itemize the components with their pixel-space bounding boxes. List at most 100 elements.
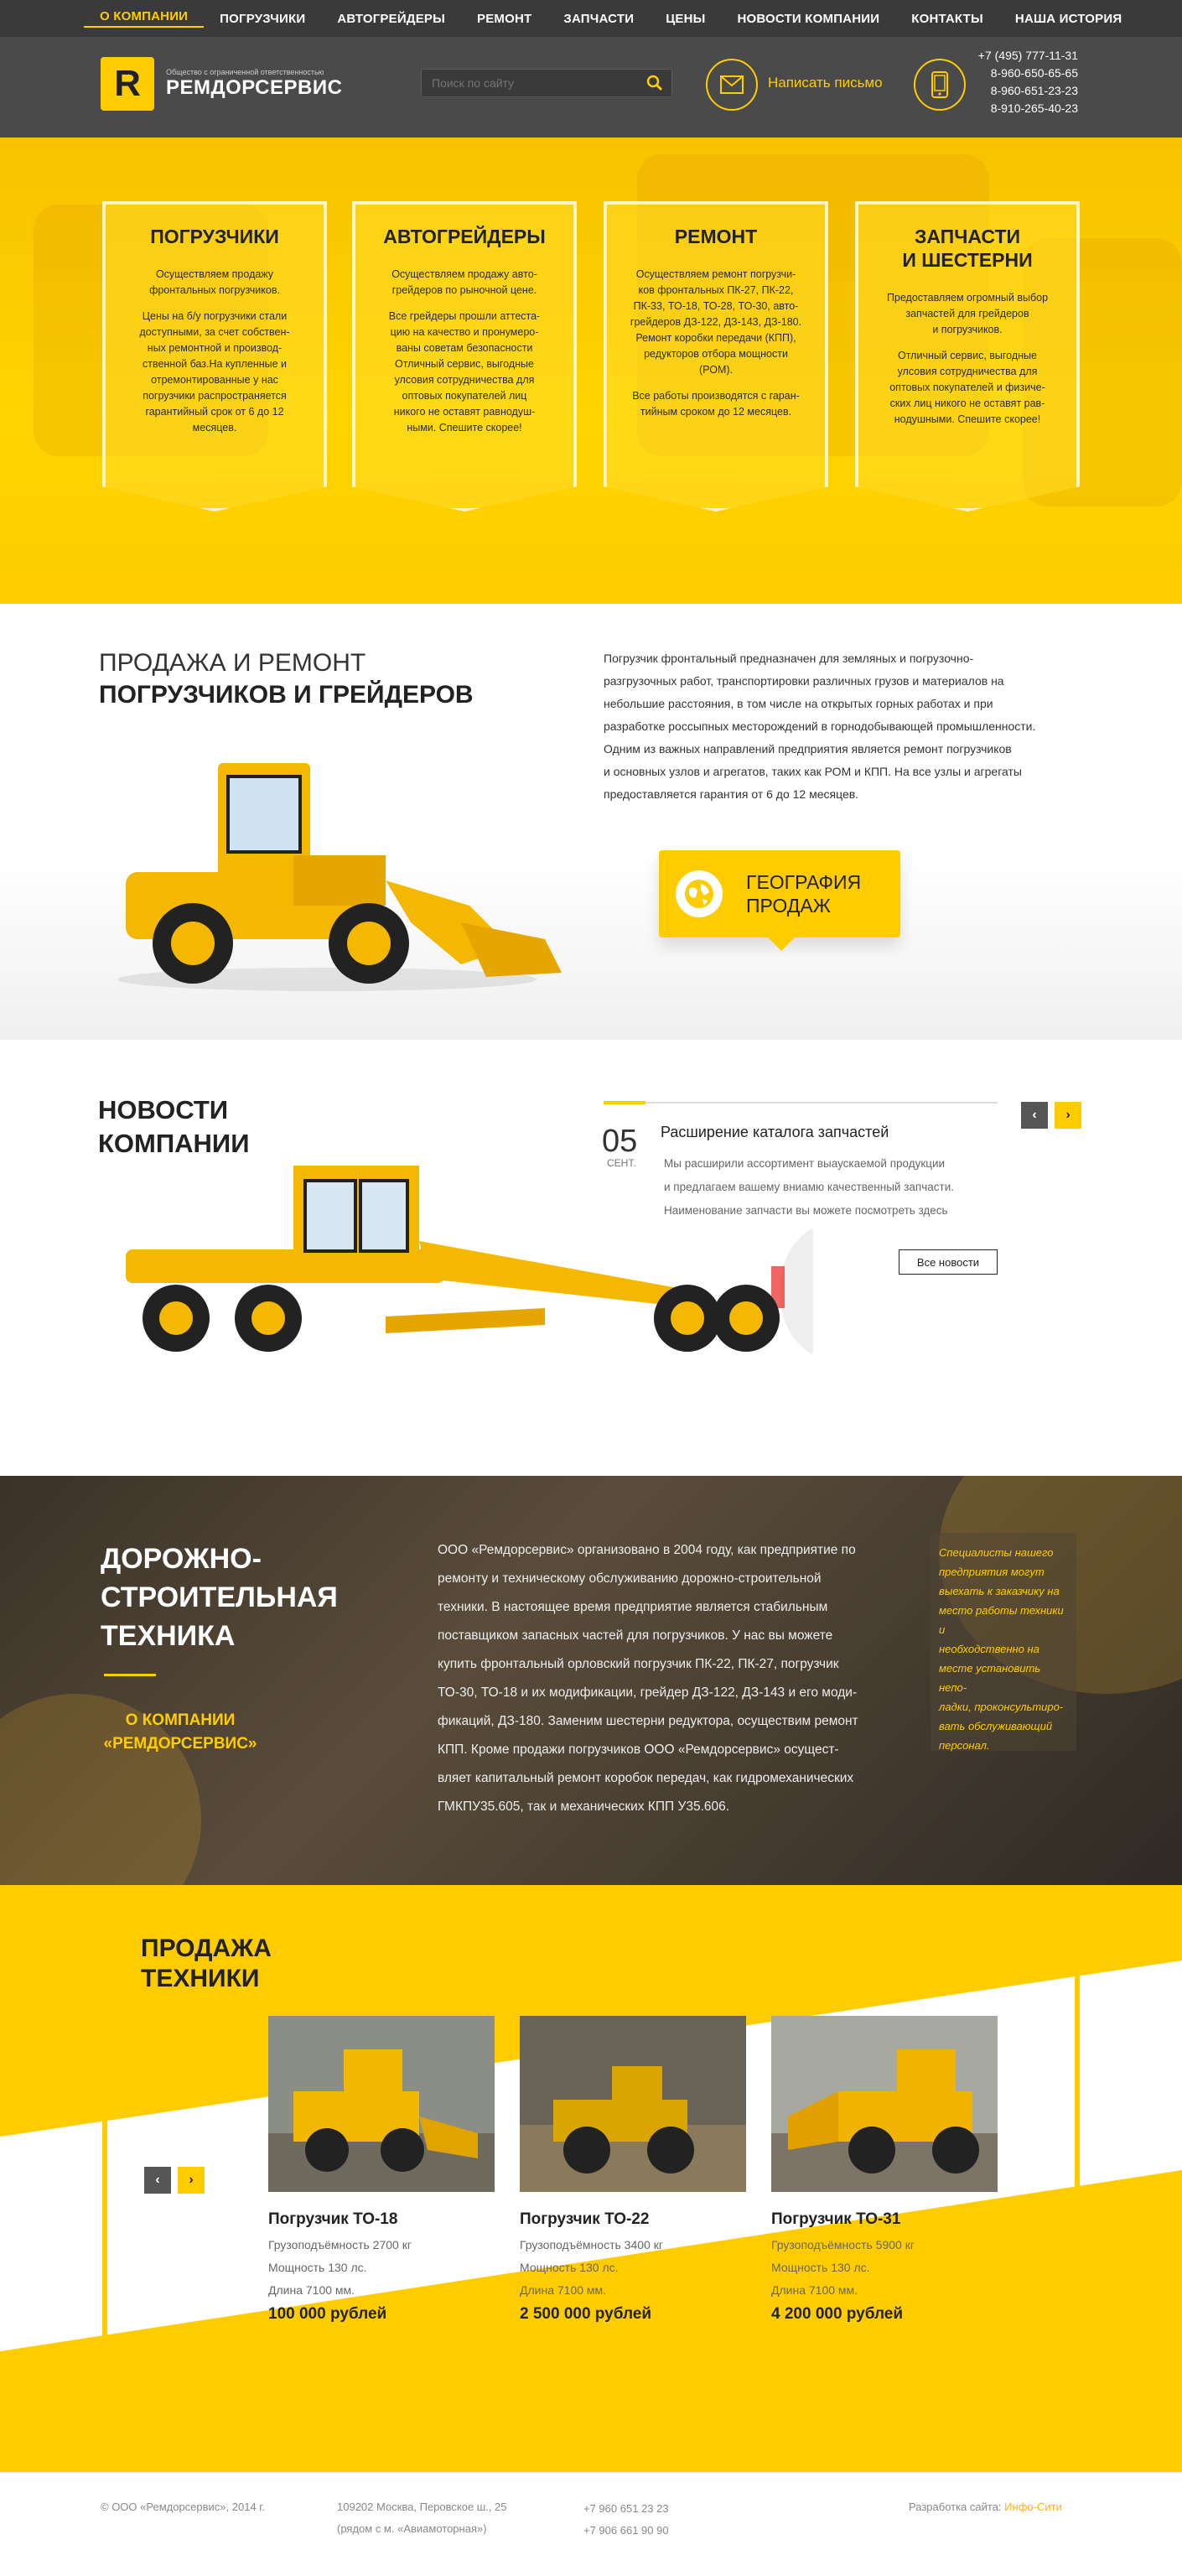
card-text: Все грейдеры прошли аттеста- цию на каче… [388,310,541,434]
about-company-link[interactable]: о компании «Ремдорсервис» [101,1709,260,1756]
section-title: Продажа техники [134,1934,278,1994]
product-name[interactable]: Погрузчик ТО-18 [268,2210,495,2229]
about-company-section: Дорожно- строительная техника о компании… [0,1476,1182,1885]
product-photo[interactable] [268,2016,495,2192]
phone-number[interactable]: 8-960-651-23-23 [977,82,1078,100]
card-text: Все работы производятся с гаран- тийным … [632,390,800,418]
nav-item-contacts[interactable]: Контакты [895,12,999,26]
phone-number[interactable]: 8-960-650-65-65 [977,65,1078,82]
nav-item-news[interactable]: Новости компании [721,12,895,26]
service-card-loaders[interactable]: Погрузчики Осуществляем продажу фронталь… [102,201,327,512]
footer-phones: +7 960 651 23 23 +7 906 661 90 90 [583,2498,669,2542]
address-line: (рядом с м. «Авиамоторная») [337,2522,487,2535]
product-price: 100 000 рублей [268,2305,387,2323]
search-box [421,69,672,97]
sale-section: Продажа техники ‹ › Погрузчик ТО-18 Груз… [0,1885,1182,2472]
card-text: Осуществляем продажу фронтальных погрузч… [149,268,280,296]
developer-credit: Разработка сайта: Инфо-Сити [909,2496,1062,2518]
callout-tail [768,937,795,951]
product-specs: Грузоподъёмность 2700 кг Мощность 130 лс… [268,2234,495,2302]
product-card[interactable]: Погрузчик ТО-22 Грузоподъёмность 3400 кг… [520,2016,746,2324]
card-title: Ремонт [674,226,758,247]
card-text: Осуществляем ремонт погрузчи- ков фронта… [630,268,802,376]
product-photo[interactable] [771,2016,998,2192]
news-item-title[interactable]: Расширение каталога запчастей [661,1124,889,1141]
nav-item-graders[interactable]: Автогрейдеры [321,12,461,26]
product-power: Мощность 130 лс. [520,2261,619,2274]
news-prev-button[interactable]: ‹ [1021,1102,1048,1129]
card-title: Автогрейдеры [383,226,546,247]
logo[interactable]: R Общество с ограниченной ответственност… [101,57,342,111]
news-divider [604,1101,998,1104]
nav-item-about[interactable]: О компании [84,9,205,28]
footer-phone[interactable]: +7 960 651 23 23 [583,2502,669,2515]
nav-item-loaders[interactable]: Погрузчики [204,12,321,26]
logo-subtitle: Общество с ограниченной ответственностью [166,68,324,76]
card-text: Отличный сервис, выгодные улсовия сотруд… [889,350,1045,425]
product-power: Мощность 130 лс. [771,2261,870,2274]
news-next-button[interactable]: › [1055,1102,1081,1129]
mail-icon[interactable] [706,59,758,111]
product-specs: Грузоподъёмность 3400 кг Мощность 130 лс… [520,2234,746,2302]
product-name[interactable]: Погрузчик ТО-31 [771,2210,998,2229]
developer-label: Разработка сайта: [909,2501,1002,2513]
sales-description: Погрузчик фронтальный предназначен для з… [604,652,1036,801]
product-specs: Грузоподъёмность 5900 кг Мощность 130 лс… [771,2234,998,2302]
section-title: Продажа и ремонт погрузчиков и грейдеров [99,647,474,711]
site-header: R Общество с ограниченной ответственност… [0,37,1182,138]
copyright: © ООО «Ремдорсервис», 2014 г. [101,2501,266,2513]
nav-item-history[interactable]: Наша история [999,12,1138,26]
card-text: Предоставляем огромный выбор запчастей д… [886,292,1049,335]
loader-illustration [117,763,562,991]
nav-item-repair[interactable]: Ремонт [461,12,547,26]
address-line: 109202 Москва, Перовское ш., 25 [337,2501,507,2513]
nav-item-prices[interactable]: Цены [650,12,721,26]
sales-repair-section: Продажа и ремонт погрузчиков и грейдеров … [0,604,1182,1040]
product-price: 2 500 000 рублей [520,2305,652,2323]
service-card-graders[interactable]: Автогрейдеры Осуществляем продажу авто- … [352,201,577,512]
address: 109202 Москва, Перовское ш., 25 (рядом с… [337,2496,507,2540]
sale-prev-button[interactable]: ‹ [144,2167,171,2194]
top-nav: О компании Погрузчики Автогрейдеры Ремон… [0,0,1182,37]
card-text: Осуществляем продажу авто- грейдеров по … [391,268,537,296]
product-photo[interactable] [520,2016,746,2192]
product-card[interactable]: Погрузчик ТО-31 Грузоподъёмность 5900 кг… [771,2016,998,2324]
card-text: Цены на б/у погрузчики стали доступными,… [139,310,290,434]
developer-link[interactable]: Инфо-Сити [1004,2501,1062,2513]
title-light: Продажа и ремонт [99,649,366,677]
service-card-repair[interactable]: Ремонт Осуществляем ремонт погрузчи- ков… [604,201,828,512]
title-underline [104,1674,156,1676]
grader-illustration [126,1166,813,1355]
write-letter-link[interactable]: Написать письмо [768,75,883,91]
product-name[interactable]: Погрузчик ТО-22 [520,2210,746,2229]
phone-list: +7 (495) 777-11-31 8-960-650-65-65 8-960… [977,47,1078,117]
logo-name: РЕМДОРСЕРВИС [166,76,343,99]
search-icon[interactable] [646,75,663,91]
about-text: ООО «Ремдорсервис» организовано в 2004 г… [438,1543,858,1814]
news-item-body: Мы расширили ассортимент выаускаемой про… [664,1157,954,1217]
hero-section: Погрузчики Осуществляем продажу фронталь… [0,138,1182,604]
sale-next-button[interactable]: › [178,2167,205,2194]
all-news-button[interactable]: Все новости [899,1249,998,1275]
product-length: Длина 7100 мм. [520,2283,607,2297]
phone-number[interactable]: 8-910-265-40-23 [977,100,1078,117]
service-card-parts[interactable]: Запчасти и шестерни Предоставляем огромн… [855,201,1080,512]
geo-label: География продаж [746,871,862,917]
sales-geography-button[interactable]: География продаж [659,850,900,951]
title-bold: погрузчиков и грейдеров [99,681,474,709]
card-title: Погрузчики [150,226,279,247]
news-date-day: 05 [602,1124,638,1159]
about-note: Специалисты нашего предприятия могут вые… [931,1533,1076,1752]
phone-number[interactable]: +7 (495) 777-11-31 [977,47,1078,65]
product-card[interactable]: Погрузчик ТО-18 Грузоподъёмность 2700 кг… [268,2016,495,2324]
phone-icon [914,59,966,111]
search-input[interactable] [422,70,640,96]
nav-item-parts[interactable]: Запчасти [547,12,650,26]
news-date-month: СЕНТ. [607,1157,636,1169]
globe-icon [676,870,723,917]
product-power: Мощность 130 лс. [268,2261,367,2274]
product-length: Длина 7100 мм. [771,2283,858,2297]
section-title: Дорожно- строительная техника [101,1543,338,1652]
footer-phone[interactable]: +7 906 661 90 90 [583,2524,669,2537]
product-length: Длина 7100 мм. [268,2283,355,2297]
